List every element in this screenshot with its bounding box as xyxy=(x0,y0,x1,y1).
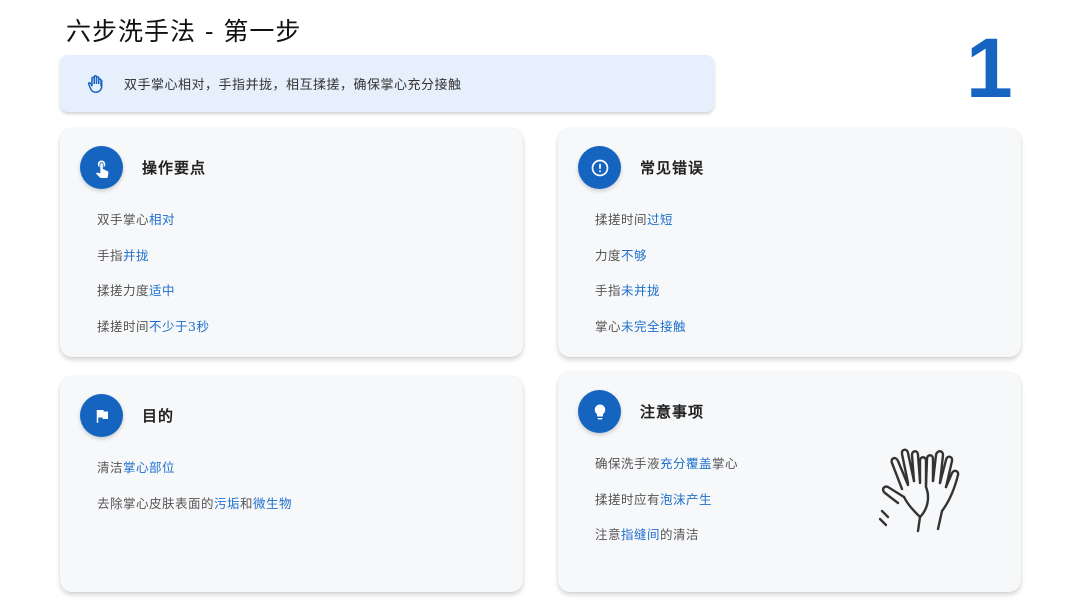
page-title: 六步洗手法 - 第一步 xyxy=(66,17,302,46)
list-item: 揉搓时间过短 xyxy=(595,212,674,227)
hand-icon xyxy=(86,74,104,93)
common-errors-list: 揉搓时间过短 力度不够 手指未并拢 掌心未完全接触 xyxy=(595,210,686,352)
key-points-list: 双手掌心相对 手指并拢 揉搓力度适中 揉搓时间不少于3秒 xyxy=(97,210,209,352)
list-item: 揉搓力度适中 xyxy=(97,283,176,298)
list-item: 掌心未完全接触 xyxy=(595,318,687,334)
list-item: 确保洗手液充分覆盖掌心 xyxy=(595,456,739,471)
card-common-errors: 常见错误 揉搓时间过短 力度不够 手指未并拢 掌心未完全接触 xyxy=(558,128,1021,357)
list-item: 去除掌心皮肤表面的污垢和微生物 xyxy=(97,495,293,511)
card-title: 操作要点 xyxy=(142,159,207,177)
purpose-list: 清洁掌心部位 去除掌心皮肤表面的污垢和微生物 xyxy=(97,458,292,529)
card-key-points: 操作要点 双手掌心相对 手指并拢 揉搓力度适中 揉搓时间不少于3秒 xyxy=(60,128,523,357)
list-item: 揉搓时应有泡沫产生 xyxy=(595,491,713,507)
list-item: 清洁掌心部位 xyxy=(97,460,176,475)
card-title: 常见错误 xyxy=(640,159,705,177)
list-item: 注意指缝间的清洁 xyxy=(595,527,700,542)
summary-text: 双手掌心相对，手指并拢，相互揉搓，确保掌心充分接触 xyxy=(124,78,462,93)
hands-rubbing-icon xyxy=(878,448,960,533)
step-number: 1 xyxy=(966,21,1013,115)
summary-banner: 双手掌心相对，手指并拢，相互揉搓，确保掌心充分接触 xyxy=(60,55,714,112)
list-item: 手指未并拢 xyxy=(595,283,661,298)
list-item: 双手掌心相对 xyxy=(97,212,176,227)
lightbulb-icon xyxy=(578,390,621,433)
notes-list: 确保洗手液充分覆盖掌心 揉搓时应有泡沫产生 注意指缝间的清洁 xyxy=(595,454,738,561)
list-item: 力度不够 xyxy=(595,247,648,263)
card-title: 目的 xyxy=(142,407,175,425)
card-purpose: 目的 清洁掌心部位 去除掌心皮肤表面的污垢和微生物 xyxy=(60,376,523,592)
pointing-hand-icon xyxy=(80,146,123,189)
exclamation-icon xyxy=(578,146,621,189)
list-item: 手指并拢 xyxy=(97,247,150,263)
flag-icon xyxy=(80,394,123,437)
card-title: 注意事项 xyxy=(640,403,705,421)
list-item: 揉搓时间不少于3秒 xyxy=(97,318,210,334)
